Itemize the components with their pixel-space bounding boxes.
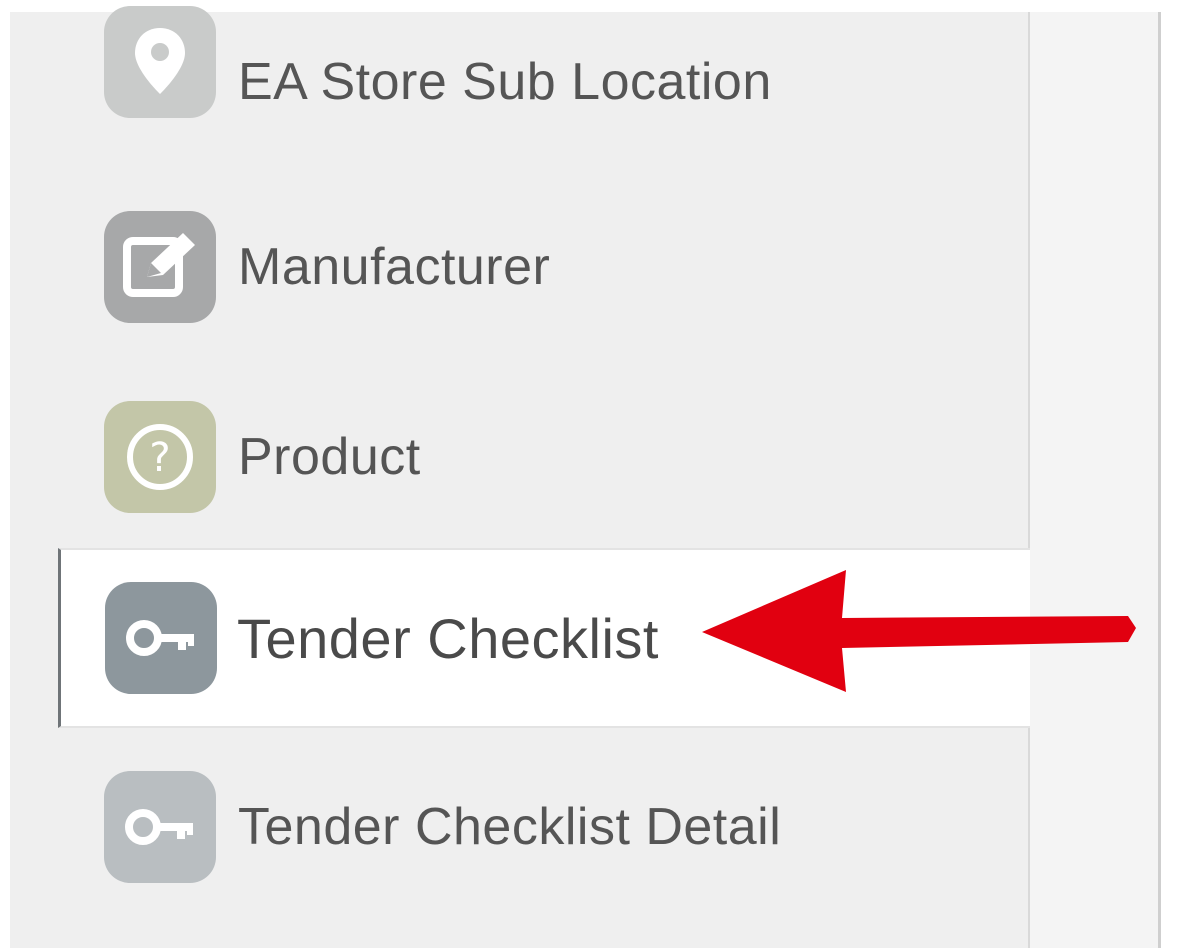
content-gutter	[1030, 12, 1161, 948]
sidebar-item-tender-checklist-detail[interactable]: Tender Checklist Detail	[10, 752, 1028, 902]
key-icon	[105, 582, 217, 694]
sidebar-item-label: EA Store Sub Location	[238, 53, 772, 111]
sidebar-item-product[interactable]: ? Product	[10, 382, 1028, 532]
annotation-arrow-icon	[702, 570, 1136, 692]
sidebar-menu: EA Store Sub Location Manufacturer ? Pro…	[10, 6, 1080, 948]
edit-icon	[104, 211, 216, 323]
sidebar-item-label: Manufacturer	[238, 238, 551, 296]
question-icon: ?	[104, 401, 216, 513]
key-icon	[104, 771, 216, 883]
sidebar-item-manufacturer[interactable]: Manufacturer	[10, 192, 1028, 342]
sidebar-item-label: Tender Checklist Detail	[238, 798, 782, 856]
sidebar-item-ea-store-sub-location[interactable]: EA Store Sub Location	[10, 6, 1028, 152]
screenshot-frame: EA Store Sub Location Manufacturer ? Pro…	[0, 0, 1193, 948]
sidebar-item-label: Product	[238, 428, 421, 486]
svg-text:?: ?	[149, 435, 170, 481]
sidebar-item-label: Tender Checklist	[237, 606, 659, 670]
location-pin-icon	[104, 6, 216, 118]
